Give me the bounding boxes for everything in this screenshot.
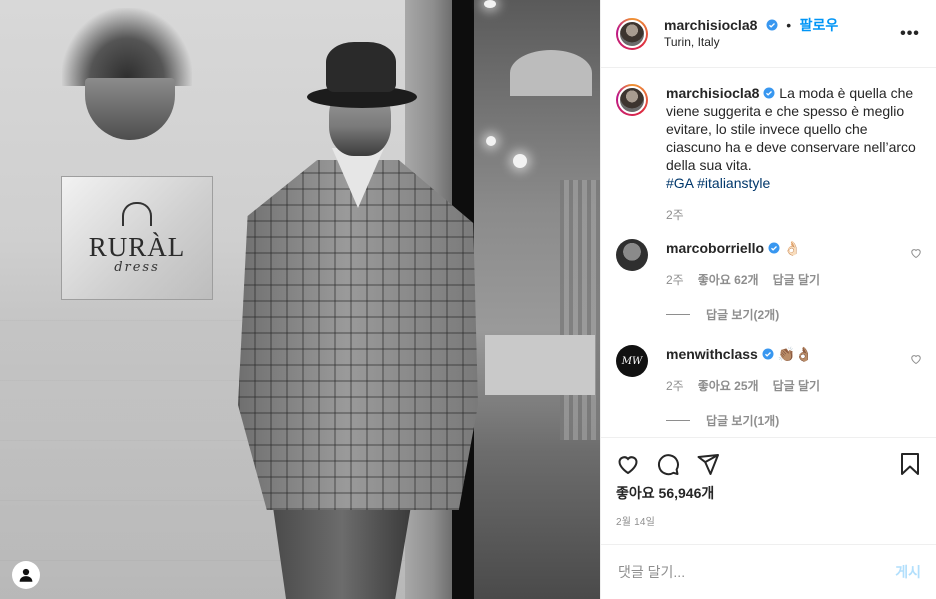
likes-count[interactable]: 좋아요 56,946개 bbox=[601, 483, 936, 503]
post-photo[interactable]: RURÀL dress bbox=[0, 0, 600, 599]
comment-button[interactable] bbox=[656, 452, 680, 476]
author-info: marchisiocla8 • 팔로우 Turin, Italy bbox=[664, 17, 898, 51]
comment-age[interactable]: 2주 bbox=[666, 271, 684, 288]
bookmark-icon bbox=[901, 452, 919, 475]
post-comment-button[interactable]: 게시 bbox=[895, 562, 921, 582]
shop-table bbox=[485, 335, 595, 395]
shop-light bbox=[484, 0, 496, 8]
verified-badge-icon bbox=[762, 348, 774, 360]
author-username[interactable]: marchisiocla8 bbox=[664, 17, 757, 33]
commenter-username[interactable]: menwithclass bbox=[666, 346, 758, 362]
comment-likes[interactable]: 좋아요 25개 bbox=[698, 377, 759, 394]
comment-meta: 2주 좋아요 25개 답글 달기 bbox=[666, 377, 910, 394]
like-button[interactable] bbox=[616, 452, 640, 476]
reply-button[interactable]: 답글 달기 bbox=[773, 271, 821, 288]
verified-badge-icon bbox=[766, 19, 778, 30]
avatar-image bbox=[618, 86, 646, 114]
view-replies-label: 답글 보기(2개) bbox=[706, 308, 780, 322]
save-button[interactable] bbox=[898, 452, 922, 476]
shop-clothes-rack bbox=[560, 180, 600, 440]
post-view: RURÀL dress marchisiocla8 • 팔로우 Turin, I… bbox=[0, 0, 936, 599]
avatar-image bbox=[618, 19, 646, 48]
share-button[interactable] bbox=[696, 452, 720, 476]
comment-item: marcoborriello 👌🏻 2주 좋아요 62개 답글 달기 bbox=[616, 239, 922, 288]
heart-icon bbox=[618, 455, 638, 474]
comment-likes[interactable]: 좋아요 62개 bbox=[698, 271, 759, 288]
caption-avatar[interactable] bbox=[616, 84, 648, 116]
store-sign-subtitle: dress bbox=[114, 259, 160, 275]
shop-light bbox=[513, 154, 527, 168]
comment-like-icon[interactable] bbox=[910, 353, 922, 365]
comment-meta: 2주 좋아요 62개 답글 달기 bbox=[666, 271, 910, 288]
comment-input[interactable] bbox=[616, 563, 896, 581]
post-location[interactable]: Turin, Italy bbox=[664, 34, 898, 51]
hashtag-link[interactable]: #italianstyle bbox=[697, 175, 770, 191]
author-avatar[interactable] bbox=[616, 17, 648, 50]
view-replies-label: 답글 보기(1개) bbox=[706, 414, 780, 428]
caption-username[interactable]: marchisiocla8 bbox=[666, 85, 759, 101]
hat-crown bbox=[326, 42, 396, 92]
comments-area[interactable]: marchisiocla8 La moda è quella che viene… bbox=[601, 68, 936, 437]
post-date[interactable]: 2월 14일 bbox=[601, 513, 936, 528]
replies-line bbox=[666, 420, 690, 421]
comment-text-line: menwithclass 👏🏽👌🏽 bbox=[666, 345, 910, 363]
post-sidebar: marchisiocla8 • 팔로우 Turin, Italy ••• mar… bbox=[600, 0, 936, 599]
view-replies-button[interactable]: 답글 보기(2개) bbox=[666, 306, 922, 323]
caption-age[interactable]: 2주 bbox=[666, 206, 922, 223]
user-icon bbox=[19, 568, 33, 582]
commenter-avatar[interactable] bbox=[616, 239, 648, 271]
shop-light bbox=[486, 136, 496, 146]
view-replies-button[interactable]: 답글 보기(1개) bbox=[666, 412, 922, 429]
verified-badge-icon bbox=[763, 87, 775, 99]
more-options-icon[interactable]: ••• bbox=[898, 22, 922, 46]
plant-leaves bbox=[62, 8, 192, 86]
caption: marchisiocla8 La moda è quella che viene… bbox=[666, 84, 922, 192]
caption-row: marchisiocla8 La moda è quella che viene… bbox=[616, 84, 922, 223]
replies-line bbox=[666, 314, 690, 315]
add-comment-bar: 게시 bbox=[601, 544, 936, 599]
post-header: marchisiocla8 • 팔로우 Turin, Italy ••• bbox=[601, 0, 936, 68]
shop-lamp bbox=[510, 50, 592, 96]
hanger-icon bbox=[122, 201, 152, 226]
store-sign-title: RURÀL bbox=[88, 231, 186, 262]
comment-like-icon[interactable] bbox=[910, 247, 922, 259]
comment-bubble-icon bbox=[657, 453, 679, 475]
commenter-username[interactable]: marcoborriello bbox=[666, 240, 764, 256]
comment-text: 👌🏻 bbox=[783, 240, 802, 256]
comment-age[interactable]: 2주 bbox=[666, 377, 684, 394]
comment-text-line: marcoborriello 👌🏻 bbox=[666, 239, 910, 257]
paper-plane-icon bbox=[697, 453, 719, 475]
tagged-user-icon[interactable] bbox=[12, 561, 40, 589]
store-sign: RURÀL dress bbox=[61, 176, 213, 300]
hashtag-link[interactable]: #GA bbox=[666, 175, 693, 191]
follow-button[interactable]: 팔로우 bbox=[800, 17, 839, 33]
action-bar bbox=[601, 437, 936, 489]
reply-button[interactable]: 답글 달기 bbox=[773, 377, 821, 394]
commenter-avatar[interactable]: MW bbox=[616, 345, 648, 377]
verified-badge-icon bbox=[768, 242, 780, 254]
comment-text: 👏🏽👌🏽 bbox=[777, 346, 813, 362]
comment-item: MW menwithclass 👏🏽👌🏽 2주 좋아요 25개 답글 달기 bbox=[616, 345, 922, 394]
man-legs bbox=[272, 500, 412, 599]
separator-dot: • bbox=[786, 16, 792, 33]
man-coat bbox=[238, 160, 478, 510]
